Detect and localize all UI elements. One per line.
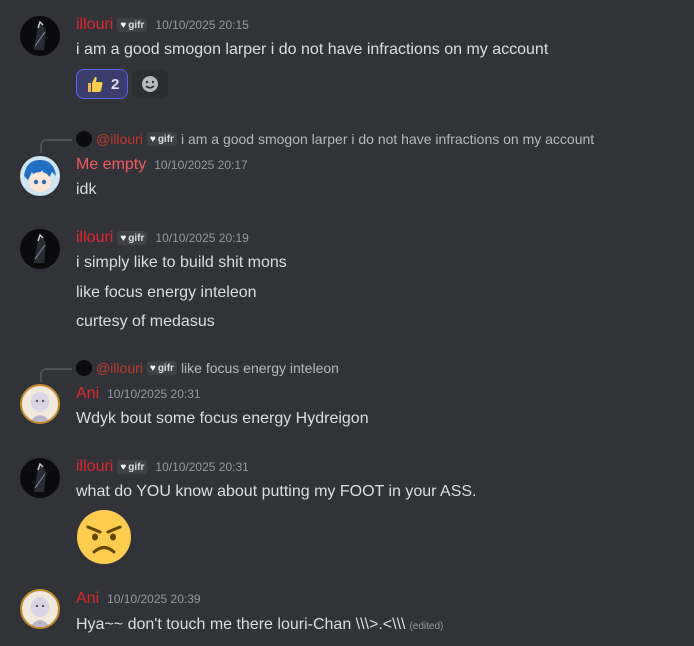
avatar[interactable] xyxy=(20,384,60,424)
avatar-ani-art xyxy=(30,392,50,422)
message-text: Wdyk bout some focus energy Hydreigon xyxy=(76,410,369,427)
reply-text: i am a good smogon larper i do not have … xyxy=(180,131,595,147)
heart-icon: ♥ xyxy=(149,362,156,374)
reply-author[interactable]: @illouri xyxy=(96,131,143,147)
reactions: 2 xyxy=(76,69,169,99)
message-text: curtesy of medasus xyxy=(76,313,215,330)
reply-avatar xyxy=(76,360,92,376)
server-tag[interactable]: ♥ gifr xyxy=(117,231,148,245)
avatar-illouri-art xyxy=(34,462,46,492)
angry-face-icon[interactable] xyxy=(76,509,132,565)
timestamp: 10/10/2025 20:31 xyxy=(107,387,201,401)
avatar[interactable] xyxy=(20,16,60,56)
reply-preview[interactable]: @illouri ♥ gifr like focus energy inteleo… xyxy=(76,360,339,376)
message-header: illouri ♥ gifr 10/10/2025 20:31 xyxy=(76,458,249,476)
thumbs-up-icon xyxy=(88,77,103,92)
add-reaction-button[interactable] xyxy=(132,69,169,99)
reply-preview[interactable]: @illouri ♥ gifr i am a good smogon larper… xyxy=(76,131,594,147)
avatar[interactable] xyxy=(20,229,60,269)
heart-icon: ♥ xyxy=(120,461,127,473)
server-tag: ♥ gifr xyxy=(146,361,177,375)
message-text: idk xyxy=(76,181,97,198)
avatar-illouri-art xyxy=(34,233,46,263)
username[interactable]: illouri xyxy=(76,229,113,247)
message-text: i simply like to build shit mons xyxy=(76,254,287,271)
username[interactable]: Ani xyxy=(76,590,99,608)
message-text: like focus energy inteleon xyxy=(76,284,257,301)
reply-text: like focus energy inteleon xyxy=(180,360,339,376)
message-header: Me empty 10/10/2025 20:17 xyxy=(76,156,248,174)
heart-icon: ♥ xyxy=(149,133,156,145)
reaction-count: 2 xyxy=(111,75,120,93)
heart-icon: ♥ xyxy=(120,19,127,31)
avatar[interactable] xyxy=(20,458,60,498)
avatar-illouri-art xyxy=(34,20,46,50)
timestamp: 10/10/2025 20:17 xyxy=(154,158,248,172)
reply-spine xyxy=(40,368,72,382)
heart-icon: ♥ xyxy=(120,232,127,244)
avatar[interactable] xyxy=(20,589,60,629)
message-header: Ani 10/10/2025 20:39 xyxy=(76,590,201,608)
message-text-content: Hya~~ don't touch me there louri-Chan \\… xyxy=(76,616,406,633)
username[interactable]: illouri xyxy=(76,16,113,34)
message-header: illouri ♥ gifr 10/10/2025 20:15 xyxy=(76,16,249,34)
message-text: i am a good smogon larper i do not have … xyxy=(76,41,549,58)
server-tag[interactable]: ♥ gifr xyxy=(117,18,148,32)
username[interactable]: Ani xyxy=(76,385,99,403)
reply-author[interactable]: @illouri xyxy=(96,360,143,376)
edited-label: (edited) xyxy=(409,621,444,632)
reply-avatar xyxy=(76,131,92,147)
avatar[interactable] xyxy=(20,156,60,196)
username[interactable]: Me empty xyxy=(76,156,146,174)
reaction-thumbs-up[interactable]: 2 xyxy=(76,69,129,99)
message-header: illouri ♥ gifr 10/10/2025 20:19 xyxy=(76,229,249,247)
timestamp: 10/10/2025 20:39 xyxy=(107,592,201,606)
smiley-icon xyxy=(142,76,159,92)
reply-spine xyxy=(40,139,72,153)
server-tag[interactable]: ♥ gifr xyxy=(117,460,148,474)
timestamp: 10/10/2025 20:31 xyxy=(155,460,249,474)
avatar-me-empty-art xyxy=(24,160,56,192)
message-text: Hya~~ don't touch me there louri-Chan \\… xyxy=(76,616,443,634)
avatar-ani-art xyxy=(30,597,50,627)
timestamp: 10/10/2025 20:19 xyxy=(155,231,249,245)
timestamp: 10/10/2025 20:15 xyxy=(155,18,249,32)
username[interactable]: illouri xyxy=(76,458,113,476)
message-header: Ani 10/10/2025 20:31 xyxy=(76,385,201,403)
message-text: what do YOU know about putting my FOOT i… xyxy=(76,483,477,500)
server-tag: ♥ gifr xyxy=(146,132,177,146)
